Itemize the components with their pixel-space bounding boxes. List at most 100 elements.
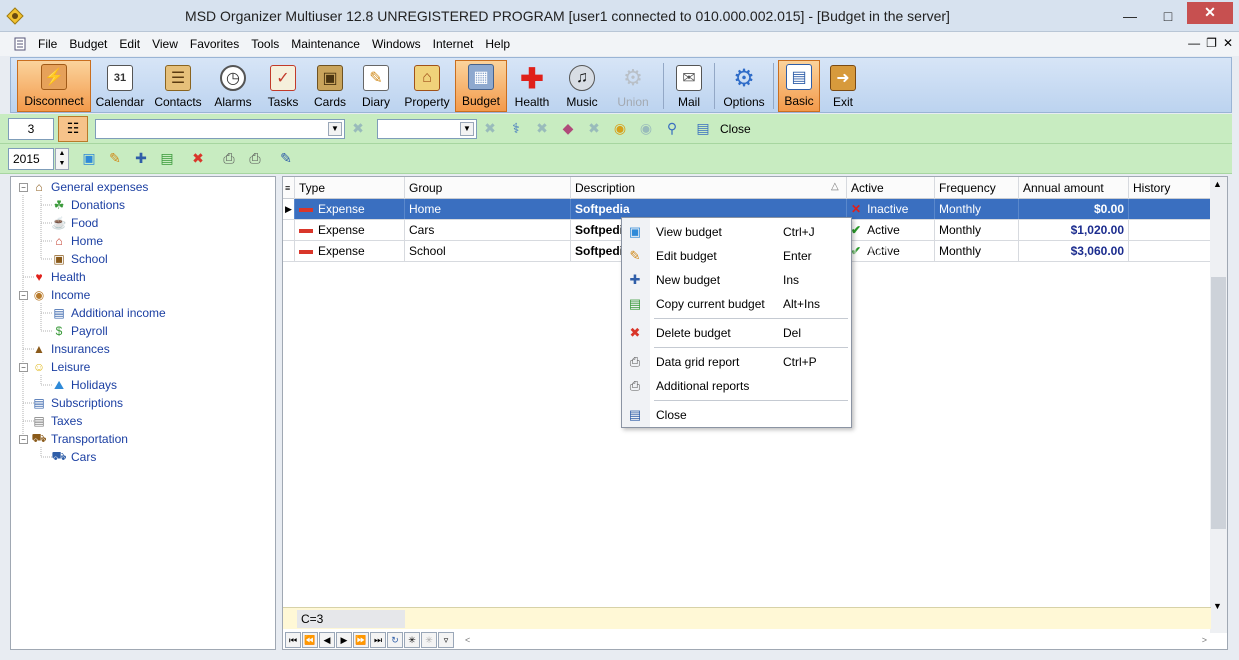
header-type[interactable]: Type <box>295 177 405 199</box>
menu-favorites[interactable]: Favorites <box>184 37 245 51</box>
mdi-close-button[interactable]: ✕ <box>1223 36 1233 50</box>
scroll-down-arrow-icon[interactable]: ▼ <box>1213 601 1222 611</box>
menu-internet[interactable]: Internet <box>427 37 480 51</box>
hscroll-right-arrow-icon[interactable]: > <box>1202 635 1207 645</box>
tree-item-payroll[interactable]: $ Payroll <box>51 322 108 340</box>
clear-filter-icon[interactable]: ✖ <box>348 119 368 139</box>
chevron-down-icon[interactable]: ▼ <box>328 121 342 136</box>
close-window-button[interactable]: ✕ <box>1187 1 1233 24</box>
edit-budget-icon[interactable]: ✎ <box>105 149 125 169</box>
mdi-minimize-button[interactable]: — <box>1188 36 1200 50</box>
cell-group[interactable]: School <box>405 241 571 261</box>
cell-type[interactable]: Expense <box>295 241 405 261</box>
menu-tools[interactable]: Tools <box>245 37 285 51</box>
tasks-button[interactable]: ✓ Tasks <box>259 60 307 112</box>
copy-budget-icon[interactable]: ▤ <box>157 149 177 169</box>
group-combo[interactable]: ▼ <box>95 118 345 139</box>
music-button[interactable]: ♫ Music <box>557 60 607 112</box>
cell-history[interactable] <box>1129 241 1211 261</box>
header-active[interactable]: Active <box>847 177 935 199</box>
menu-item-new-budget[interactable]: ✚ New budget Ins <box>622 268 851 292</box>
health-button[interactable]: ✚ Health <box>507 60 557 112</box>
menu-item-close[interactable]: ▤ Close <box>622 403 851 427</box>
reports-printer-icon[interactable]: ⎙ <box>245 149 265 169</box>
tree-item-insurances[interactable]: ▲ Insurances <box>31 340 110 358</box>
printer-icon[interactable]: ⎙ <box>219 149 239 169</box>
header-history[interactable]: History <box>1129 177 1211 199</box>
tree-item-taxes[interactable]: ▤ Taxes <box>31 412 82 430</box>
magnifier-icon[interactable]: ⚲ <box>662 119 682 139</box>
prev-page-icon[interactable]: ⏪ <box>302 632 318 648</box>
prev-record-icon[interactable]: ◀ <box>319 632 335 648</box>
menu-item-delete-budget[interactable]: ✖ Delete budget Del <box>622 321 851 345</box>
tree-view-icon[interactable]: ☷ <box>58 115 88 142</box>
menu-item-additional-reports[interactable]: ⎙ Additional reports <box>622 374 851 398</box>
cell-description[interactable]: Softpedia <box>571 199 847 219</box>
cell-type[interactable]: Expense <box>295 220 405 240</box>
tree-item-additional-income[interactable]: ▤ Additional income <box>51 304 165 322</box>
tree-item-transportation[interactable]: ⛟ Transportation <box>31 430 128 448</box>
menu-budget[interactable]: Budget <box>63 37 113 51</box>
tree-item-income[interactable]: ◉ Income <box>31 286 91 304</box>
exit-button[interactable]: ➜ Exit <box>820 60 866 112</box>
mail-button[interactable]: ✉ Mail <box>668 60 710 112</box>
property-button[interactable]: ⌂ Property <box>399 60 455 112</box>
header-annual-amount[interactable]: Annual amount <box>1019 177 1129 199</box>
close-panel-icon[interactable]: ▤ <box>693 119 713 139</box>
tree-item-cars[interactable]: ⛟ Cars <box>51 448 96 466</box>
scrollbar-thumb[interactable] <box>1211 277 1226 529</box>
app-icon[interactable] <box>6 6 24 25</box>
year-field[interactable]: 2015 <box>8 147 54 170</box>
binoculars-next-icon[interactable]: ◉ <box>636 119 656 139</box>
header-group[interactable]: Group <box>405 177 571 199</box>
remove-find-icon[interactable]: ✖ <box>584 119 604 139</box>
close-panel-label[interactable]: Close <box>720 122 751 136</box>
menu-edit[interactable]: Edit <box>113 37 146 51</box>
cell-history[interactable] <box>1129 220 1211 240</box>
year-spinner[interactable]: ▲ ▼ <box>55 147 69 170</box>
menu-item-edit-budget[interactable]: ✎ Edit budget Enter <box>622 244 851 268</box>
next-page-icon[interactable]: ⏩ <box>353 632 369 648</box>
cell-active[interactable]: ✕ Inactive <box>847 199 935 219</box>
remove-filter-icon[interactable]: ✖ <box>532 119 552 139</box>
scroll-up-arrow-icon[interactable]: ▲ <box>1213 179 1222 189</box>
collapse-toggle[interactable]: − <box>19 183 28 192</box>
menu-item-copy-budget[interactable]: ▤ Copy current budget Alt+Ins <box>622 292 851 316</box>
tree-item-subscriptions[interactable]: ▤ Subscriptions <box>31 394 123 412</box>
collapse-toggle[interactable]: − <box>19 291 28 300</box>
menu-item-data-grid-report[interactable]: ⎙ Data grid report Ctrl+P <box>622 350 851 374</box>
chevron-down-icon[interactable]: ▼ <box>460 121 474 136</box>
disconnect-button[interactable]: ⚡ Disconnect <box>17 60 91 112</box>
next-record-icon[interactable]: ▶ <box>336 632 352 648</box>
calendar-button[interactable]: 31 Calendar <box>91 60 149 112</box>
cards-button[interactable]: ▣ Cards <box>307 60 353 112</box>
header-frequency[interactable]: Frequency <box>935 177 1019 199</box>
cell-annual-amount[interactable]: $1,020.00 <box>1019 220 1129 240</box>
diary-button[interactable]: ✎ Diary <box>353 60 399 112</box>
menu-file[interactable]: File <box>32 37 63 51</box>
cell-group[interactable]: Home <box>405 199 571 219</box>
menu-item-view-budget[interactable]: ▣ View budget Ctrl+J <box>622 220 851 244</box>
mdi-restore-button[interactable]: ❐ <box>1206 36 1217 50</box>
refresh-icon[interactable]: ↻ <box>387 632 403 648</box>
filter-icon[interactable]: ⚕ <box>506 119 526 139</box>
menu-view[interactable]: View <box>146 37 184 51</box>
cell-annual-amount[interactable]: $3,060.00 <box>1019 241 1129 261</box>
delete-budget-icon[interactable]: ✖ <box>188 149 208 169</box>
menu-maintenance[interactable]: Maintenance <box>285 37 366 51</box>
tree-item-general-expenses[interactable]: ⌂ General expenses <box>31 178 148 196</box>
menu-windows[interactable]: Windows <box>366 37 427 51</box>
cell-active[interactable]: ✔ Active <box>847 220 935 240</box>
view-budget-icon[interactable]: ▣ <box>79 149 99 169</box>
collapse-toggle[interactable]: − <box>19 363 28 372</box>
vertical-scrollbar[interactable]: ▲ ▼ <box>1210 177 1227 633</box>
contacts-button[interactable]: ☰ Contacts <box>149 60 207 112</box>
header-description[interactable]: Description <box>571 177 847 199</box>
tree-item-holidays[interactable]: ⛰ Holidays <box>51 376 117 394</box>
alarms-button[interactable]: ◷ Alarms <box>207 60 259 112</box>
filter-funnel-icon[interactable]: ▿ <box>438 632 454 648</box>
document-icon[interactable] <box>12 36 28 52</box>
column-selector-icon[interactable]: ≡ <box>283 177 295 199</box>
cell-frequency[interactable]: Monthly <box>935 199 1019 219</box>
union-button[interactable]: ⚙ Union <box>607 60 659 112</box>
